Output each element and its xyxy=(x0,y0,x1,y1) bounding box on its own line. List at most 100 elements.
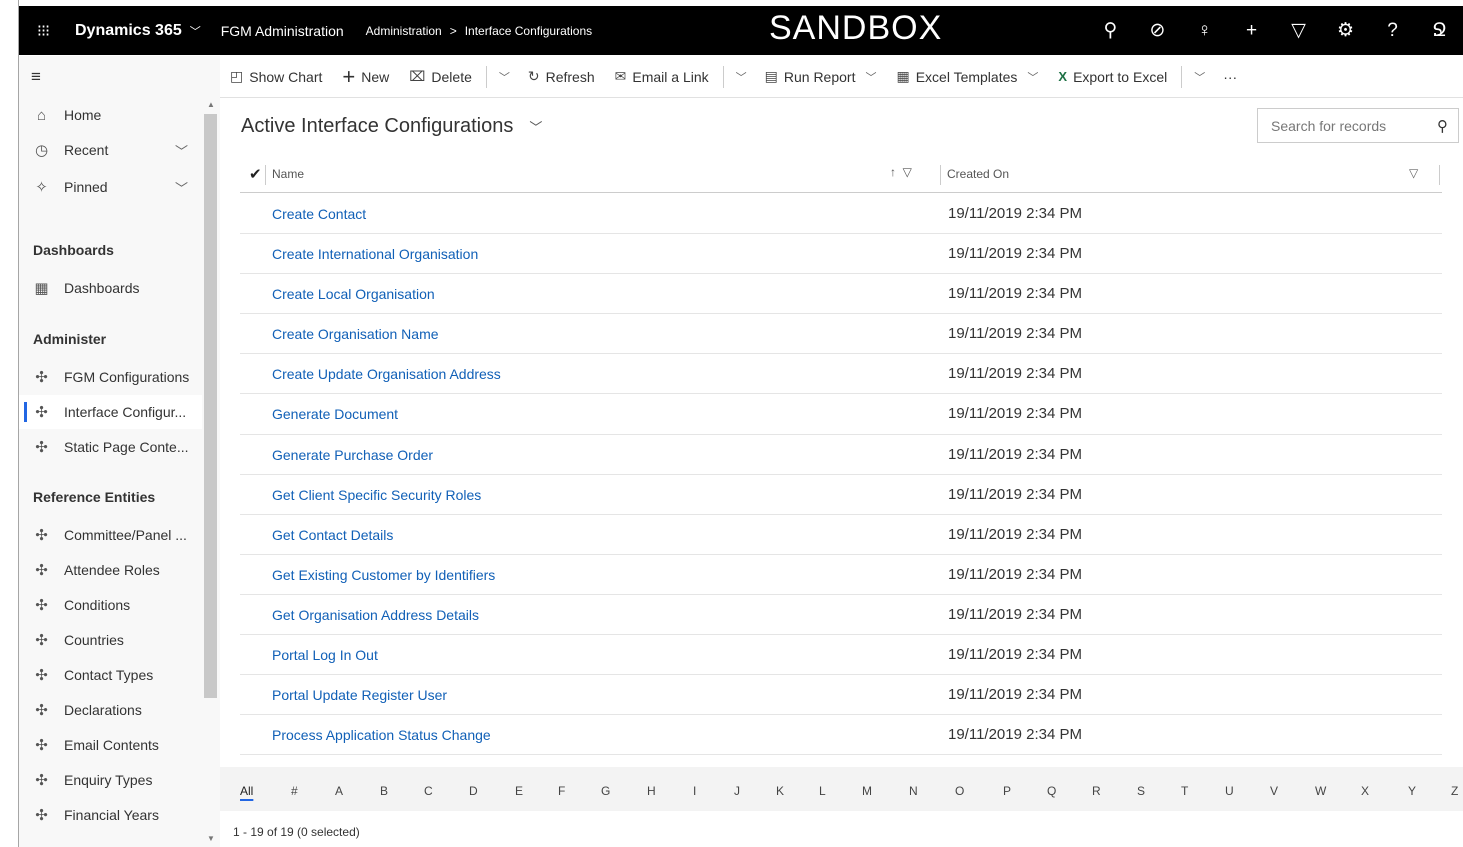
view-selector[interactable]: Active Interface Configurations ﹀ xyxy=(241,115,542,138)
record-name-link[interactable]: Get Organisation Address Details xyxy=(272,607,479,623)
jump-u[interactable]: U xyxy=(1225,784,1234,798)
search-input[interactable]: Search for records ⚲ xyxy=(1257,108,1459,143)
jump-p[interactable]: P xyxy=(1003,784,1011,798)
record-name-link[interactable]: Create Organisation Name xyxy=(272,326,439,342)
column-header-name[interactable]: Name xyxy=(272,167,304,181)
jump-t[interactable]: T xyxy=(1181,784,1188,798)
table-row[interactable]: Portal Update Register User 19/11/2019 2:… xyxy=(240,675,1442,716)
run-report-button[interactable]: ▤ Run Report ﹀ xyxy=(755,56,887,98)
email-link-button[interactable]: ✉ Email a Link xyxy=(605,56,719,98)
jump-j[interactable]: J xyxy=(734,784,740,798)
brand-menu[interactable]: Dynamics 365 ﹀ xyxy=(75,22,201,40)
new-button[interactable]: + New xyxy=(332,56,399,98)
chevron-down-icon[interactable]: ﹀ xyxy=(728,69,755,85)
jump-f[interactable]: F xyxy=(558,784,565,798)
search-icon[interactable]: ⚲ xyxy=(1087,19,1134,42)
jump-r[interactable]: R xyxy=(1092,784,1101,798)
search-icon[interactable]: ⚲ xyxy=(1437,117,1448,135)
record-name-link[interactable]: Process Application Status Change xyxy=(272,727,491,743)
jump-d[interactable]: D xyxy=(469,784,478,798)
record-name-link[interactable]: Get Contact Details xyxy=(272,527,393,543)
record-name-link[interactable]: Create International Organisation xyxy=(272,246,478,262)
sidebar-item-interface-configurations[interactable]: ✣ Interface Configur... xyxy=(19,395,202,429)
table-row[interactable]: Create Local Organisation 19/11/2019 2:34… xyxy=(240,274,1442,315)
jump-o[interactable]: O xyxy=(955,784,964,798)
table-row[interactable]: Create International Organisation 19/11/2… xyxy=(240,234,1442,275)
sidebar-item-email-contents[interactable]: ✣ Email Contents xyxy=(19,728,202,762)
sidebar-item-pinned[interactable]: ✧ Pinned ﹀ xyxy=(19,170,202,204)
sidebar-item-enquiry-types[interactable]: ✣ Enquiry Types xyxy=(19,763,202,797)
refresh-button[interactable]: ↻ Refresh xyxy=(518,56,605,98)
record-name-link[interactable]: Create Local Organisation xyxy=(272,286,435,302)
breadcrumb-root[interactable]: Administration xyxy=(366,24,442,38)
record-name-link[interactable]: Portal Update Register User xyxy=(272,687,447,703)
sidebar-item-recent[interactable]: ◷ Recent ﹀ xyxy=(19,133,202,167)
gear-icon[interactable]: ⚙ xyxy=(1322,19,1369,42)
table-row[interactable]: Generate Purchase Order 19/11/2019 2:34 P… xyxy=(240,435,1442,475)
task-icon[interactable]: ⊘ xyxy=(1134,19,1181,42)
record-name-link[interactable]: Create Contact xyxy=(272,206,366,222)
jump-c[interactable]: C xyxy=(424,784,433,798)
sidebar-scrollbar[interactable] xyxy=(204,114,217,698)
breadcrumb-current[interactable]: Interface Configurations xyxy=(465,24,592,38)
hamburger-icon[interactable]: ≡ xyxy=(31,67,41,87)
jump-w[interactable]: W xyxy=(1315,784,1326,798)
delete-button[interactable]: ⌧ Delete xyxy=(399,56,482,98)
help-icon[interactable]: ? xyxy=(1369,20,1416,42)
jump-l[interactable]: L xyxy=(819,784,826,798)
table-row[interactable]: Get Contact Details 19/11/2019 2:34 PM xyxy=(240,515,1442,555)
select-all-checkmark-icon[interactable]: ✔ xyxy=(249,165,262,183)
sidebar-item-attendee-roles[interactable]: ✣ Attendee Roles xyxy=(19,553,202,587)
chevron-down-icon[interactable]: ﹀ xyxy=(175,141,188,160)
jump-b[interactable]: B xyxy=(380,784,388,798)
sort-filter-icons[interactable]: ↑ ▽ xyxy=(890,165,912,179)
excel-templates-button[interactable]: ▦ Excel Templates ﹀ xyxy=(886,56,1048,98)
more-commands-button[interactable]: ··· xyxy=(1213,56,1247,98)
sidebar-item-declarations[interactable]: ✣ Declarations xyxy=(19,693,202,727)
show-chart-button[interactable]: ◰ Show Chart xyxy=(220,56,332,98)
jump-a[interactable]: A xyxy=(335,784,343,798)
jump-k[interactable]: K xyxy=(776,784,784,798)
app-name[interactable]: FGM Administration xyxy=(221,23,344,39)
user-icon[interactable]: Ջ xyxy=(1416,19,1463,42)
table-row[interactable]: Process Application Status Change 19/11/2… xyxy=(240,715,1442,756)
sidebar-item-committee-panel[interactable]: ✣ Committee/Panel ... xyxy=(19,518,202,552)
sidebar-item-dashboards[interactable]: ▦ Dashboards xyxy=(19,271,202,305)
plus-icon[interactable]: + xyxy=(1228,20,1275,42)
jump-hash[interactable]: # xyxy=(291,784,298,798)
scroll-up-icon[interactable]: ▲ xyxy=(207,100,215,109)
jump-all[interactable]: All xyxy=(240,784,253,798)
jump-g[interactable]: G xyxy=(601,784,610,798)
record-name-link[interactable]: Generate Document xyxy=(272,406,398,422)
sidebar-item-contact-types[interactable]: ✣ Contact Types xyxy=(19,658,202,692)
table-row[interactable]: Get Organisation Address Details 19/11/20… xyxy=(240,595,1442,636)
chevron-down-icon[interactable]: ﹀ xyxy=(175,178,188,197)
record-name-link[interactable]: Generate Purchase Order xyxy=(272,447,433,463)
chevron-down-icon[interactable]: ﹀ xyxy=(491,69,518,85)
app-launcher-icon[interactable]: ⁝⁝⁝ xyxy=(19,6,67,55)
table-row[interactable]: Get Existing Customer by Identifiers 19/1… xyxy=(240,555,1442,595)
table-row[interactable]: Get Client Specific Security Roles 19/11/… xyxy=(240,475,1442,515)
record-name-link[interactable]: Get Existing Customer by Identifiers xyxy=(272,567,495,583)
jump-x[interactable]: X xyxy=(1361,784,1369,798)
table-row[interactable]: Generate Document 19/11/2019 2:34 PM xyxy=(240,394,1442,435)
jump-v[interactable]: V xyxy=(1270,784,1278,798)
sidebar-item-fgm-configurations[interactable]: ✣ FGM Configurations xyxy=(19,360,202,394)
sidebar-item-home[interactable]: ⌂ Home xyxy=(19,98,202,132)
jump-h[interactable]: H xyxy=(647,784,656,798)
table-row[interactable]: Create Contact 19/11/2019 2:34 PM xyxy=(240,194,1442,235)
chevron-down-icon[interactable]: ﹀ xyxy=(1186,69,1213,85)
record-name-link[interactable]: Get Client Specific Security Roles xyxy=(272,487,481,503)
table-row[interactable]: Create Update Organisation Address 19/11/… xyxy=(240,354,1442,395)
filter-icon[interactable]: ▽ xyxy=(1409,166,1418,180)
jump-i[interactable]: I xyxy=(693,784,696,798)
sidebar-item-financial-years[interactable]: ✣ Financial Years xyxy=(19,798,202,832)
scroll-down-icon[interactable]: ▼ xyxy=(207,834,215,843)
sidebar-item-static-page-content[interactable]: ✣ Static Page Conte... xyxy=(19,430,202,464)
sidebar-item-countries[interactable]: ✣ Countries xyxy=(19,623,202,657)
lightbulb-icon[interactable]: ♀ xyxy=(1181,20,1228,42)
table-row[interactable]: Portal Log In Out 19/11/2019 2:34 PM xyxy=(240,635,1442,676)
sidebar-item-conditions[interactable]: ✣ Conditions xyxy=(19,588,202,622)
jump-n[interactable]: N xyxy=(909,784,918,798)
record-name-link[interactable]: Portal Log In Out xyxy=(272,647,378,663)
